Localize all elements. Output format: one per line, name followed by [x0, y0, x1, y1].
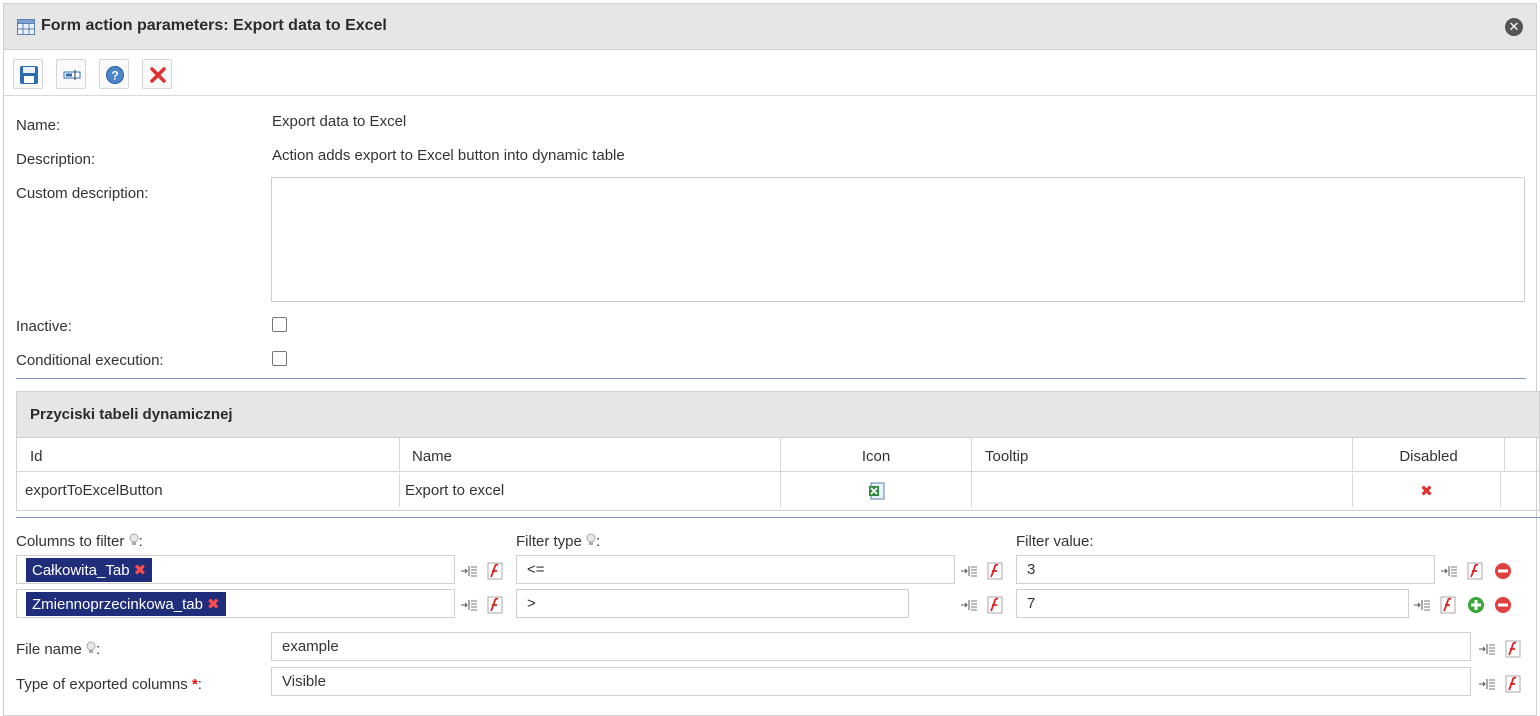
exported-columns-type-text: Type of exported columns — [16, 676, 188, 693]
lightbulb-icon — [586, 533, 596, 545]
column-header-name[interactable]: Name — [400, 438, 781, 472]
save-button[interactable] — [13, 59, 43, 89]
delete-button[interactable] — [142, 59, 172, 89]
insert-variable-icon[interactable] — [1478, 675, 1496, 693]
insert-variable-icon[interactable] — [960, 596, 978, 614]
insert-variable-icon[interactable] — [1413, 596, 1431, 614]
close-icon[interactable]: ✕ — [1505, 18, 1523, 36]
columns-to-filter-colon: : — [138, 533, 143, 550]
insert-variable-icon[interactable] — [460, 596, 478, 614]
rename-button[interactable] — [56, 59, 86, 89]
form-action-dialog: Form action parameters: Export data to E… — [3, 3, 1540, 716]
insert-variable-icon[interactable] — [960, 562, 978, 580]
insert-variable-icon[interactable] — [1478, 640, 1496, 658]
filter-value-input[interactable]: 7 — [1016, 589, 1409, 618]
function-icon[interactable] — [986, 596, 1004, 614]
help-icon: ? — [106, 66, 124, 84]
exported-columns-type-select[interactable]: Visible — [271, 667, 1471, 696]
row-disabled-red-x-icon[interactable]: ✖ — [1353, 473, 1501, 507]
remove-row-icon[interactable] — [1494, 596, 1512, 614]
filter-value-input[interactable]: 3 — [1016, 555, 1435, 584]
filter-type-label: Filter type : — [516, 533, 600, 550]
file-name-colon: : — [96, 641, 101, 658]
column-header-icon[interactable]: Icon — [781, 438, 972, 472]
filter-value-label: Filter value: — [1016, 533, 1094, 550]
column-tag: Całkowita_Tab ✖ — [26, 558, 153, 582]
description-label: Description: — [16, 151, 96, 168]
tag-remove-icon[interactable]: ✖ — [207, 596, 220, 613]
dialog-title: Form action parameters: Export data to E… — [41, 17, 387, 34]
remove-row-icon[interactable] — [1494, 562, 1512, 580]
help-button[interactable]: ? — [99, 59, 129, 89]
exported-columns-type-label: Type of exported columns *: — [16, 676, 202, 693]
columns-to-filter-label: Columns to filter : — [16, 533, 143, 550]
insert-variable-icon[interactable] — [1440, 562, 1458, 580]
function-icon[interactable] — [486, 562, 504, 580]
inactive-checkbox[interactable] — [272, 317, 287, 332]
inactive-label: Inactive: — [16, 318, 72, 335]
row-name[interactable]: Export to excel — [400, 473, 781, 507]
name-label: Name: — [16, 117, 61, 134]
filter-type-input[interactable]: > — [516, 589, 909, 618]
description-value: Action adds export to Excel button into … — [272, 147, 625, 164]
columns-to-filter-text: Columns to filter — [16, 533, 125, 550]
row-icon-cell[interactable] — [781, 473, 972, 507]
custom-description-label: Custom description: — [16, 185, 149, 202]
add-row-icon[interactable] — [1467, 596, 1485, 614]
dialog-titlebar: Form action parameters: Export data to E… — [4, 4, 1536, 50]
column-tag-label: Całkowita_Tab — [32, 562, 130, 579]
function-icon[interactable] — [1466, 562, 1484, 580]
text-field-icon — [63, 70, 81, 80]
column-tag-label: Zmiennoprzecinkowa_tab — [32, 596, 203, 613]
tag-remove-icon[interactable]: ✖ — [134, 562, 147, 579]
section-title: Przyciski tabeli dynamicznej — [17, 392, 1539, 438]
red-x-icon — [150, 67, 166, 83]
divider — [16, 378, 1526, 379]
toolbar: ? — [4, 50, 1536, 96]
file-name-input[interactable]: example — [271, 632, 1471, 661]
column-header-disabled[interactable]: Disabled — [1353, 438, 1505, 472]
column-header-id[interactable]: Id — [17, 438, 400, 472]
row-tooltip[interactable] — [972, 473, 1353, 507]
function-icon[interactable] — [1504, 640, 1522, 658]
row-id[interactable]: exportToExcelButton — [17, 473, 400, 507]
columns-to-filter-input[interactable]: Całkowita_Tab ✖ — [16, 555, 455, 584]
filter-type-colon: : — [596, 533, 601, 550]
column-header-tooltip[interactable]: Tooltip — [972, 438, 1353, 472]
column-tag: Zmiennoprzecinkowa_tab ✖ — [26, 592, 226, 616]
table-icon — [17, 19, 35, 35]
conditional-execution-label: Conditional execution: — [16, 352, 164, 369]
conditional-execution-checkbox[interactable] — [272, 351, 287, 366]
exported-columns-type-colon: : — [197, 676, 202, 693]
insert-variable-icon[interactable] — [460, 562, 478, 580]
function-icon[interactable] — [1504, 675, 1522, 693]
custom-description-textarea[interactable] — [271, 177, 1525, 302]
file-name-label: File name : — [16, 641, 100, 658]
divider-2 — [16, 517, 1540, 518]
column-header-spacer — [1505, 438, 1539, 472]
lightbulb-icon — [86, 641, 96, 653]
svg-text:?: ? — [111, 69, 118, 83]
floppy-disk-icon — [20, 66, 38, 84]
function-icon[interactable] — [1439, 596, 1457, 614]
excel-icon — [869, 482, 885, 500]
function-icon[interactable] — [986, 562, 1004, 580]
function-icon[interactable] — [486, 596, 504, 614]
dynamic-table-buttons-section: Przyciski tabeli dynamicznej Id Name Ico… — [16, 391, 1540, 511]
lightbulb-icon — [129, 533, 139, 545]
filter-type-input[interactable]: <= — [516, 555, 955, 584]
columns-to-filter-input[interactable]: Zmiennoprzecinkowa_tab ✖ — [16, 589, 455, 618]
name-value: Export data to Excel — [272, 113, 407, 130]
filter-type-text: Filter type — [516, 533, 582, 550]
file-name-text: File name — [16, 641, 82, 658]
